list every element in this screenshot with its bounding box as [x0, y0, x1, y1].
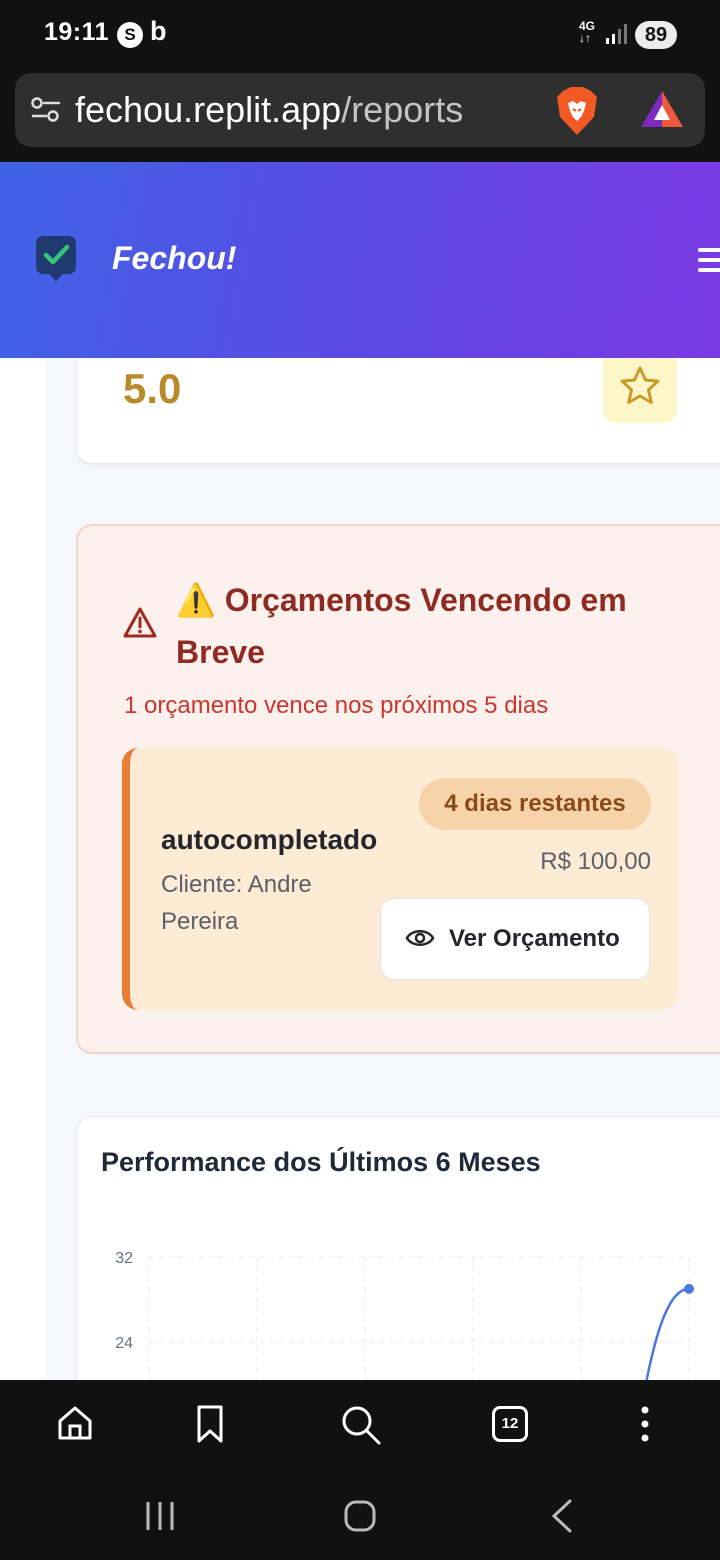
back-icon[interactable] [548, 1498, 574, 1534]
s-icon: S [117, 22, 143, 48]
view-quote-button[interactable]: Ver Orçamento [380, 898, 650, 980]
browser-toolbar: fechou.replit.app/reports [0, 70, 720, 162]
performance-chart: 3224168 [115, 1250, 694, 1380]
star-icon [620, 366, 660, 404]
site-settings-icon[interactable] [31, 95, 61, 125]
network-type: 4G ↓↑ [579, 19, 596, 45]
alert-title: ⚠️ Orçamentos Vencendo em Breve [176, 582, 627, 670]
app-header: Fechou! [0, 162, 720, 358]
view-quote-label: Ver Orçamento [449, 925, 620, 952]
eye-icon [405, 930, 435, 946]
rating-badge [603, 349, 677, 423]
status-bar: 19:11 S b 4G ↓↑ 89 [0, 0, 720, 70]
brave-shields-icon[interactable] [555, 87, 599, 137]
url-path: /reports [341, 89, 464, 130]
address-bar[interactable]: fechou.replit.app/reports [15, 73, 705, 147]
sidebar [0, 358, 45, 1380]
quote-client: Cliente: Andre Pereira [161, 871, 312, 935]
expiring-quotes-alert: ⚠️ Orçamentos Vencendo em Breve 1 orçame… [76, 524, 720, 1054]
b-icon: b [150, 16, 167, 46]
y-tick-label: 24 [115, 1335, 133, 1352]
signal-icon [606, 24, 627, 44]
performance-chart-card: Performance dos Últimos 6 Meses 3224168 [76, 1116, 720, 1380]
home-button-icon[interactable] [343, 1499, 377, 1533]
brand-name[interactable]: Fechou! [112, 240, 236, 277]
y-tick-label: 32 [115, 1250, 133, 1267]
brave-rewards-icon[interactable] [639, 89, 685, 129]
quote-amount: R$ 100,00 [540, 848, 651, 875]
bookmark-icon[interactable] [196, 1404, 224, 1444]
clock: 19:11 [44, 18, 110, 46]
alert-subtitle: 1 orçamento vence nos próximos 5 dias [124, 692, 549, 719]
menu-icon[interactable] [698, 248, 720, 278]
expiring-quote-item: 4 dias restantes autocompletado Cliente:… [122, 748, 678, 1010]
search-icon[interactable] [340, 1404, 382, 1446]
more-options-icon[interactable] [638, 1404, 652, 1444]
series-line-1 [645, 1287, 690, 1380]
url-text[interactable]: fechou.replit.app/reports [75, 89, 463, 131]
tabs-button[interactable]: 12 [492, 1406, 528, 1442]
chart-title: Performance dos Últimos 6 Meses [101, 1147, 541, 1177]
page-viewport: Fechou! 5.0 ⚠️ Orçamentos Vencendo em Br… [0, 162, 720, 1380]
home-icon[interactable] [56, 1404, 94, 1442]
system-navigation-bar [0, 1474, 720, 1560]
battery-indicator: 89 [635, 21, 677, 49]
data-point[interactable] [684, 1283, 694, 1294]
warning-icon [123, 607, 157, 638]
days-remaining-badge: 4 dias restantes [419, 778, 651, 830]
recent-apps-icon[interactable] [144, 1500, 176, 1532]
browser-bottom-bar: 12 [0, 1380, 720, 1474]
rating-value: 5.0 [123, 365, 182, 412]
url-host: fechou.replit.app [75, 89, 342, 130]
quote-name: autocompletado [161, 824, 378, 855]
fechou-logo-icon [36, 236, 76, 282]
